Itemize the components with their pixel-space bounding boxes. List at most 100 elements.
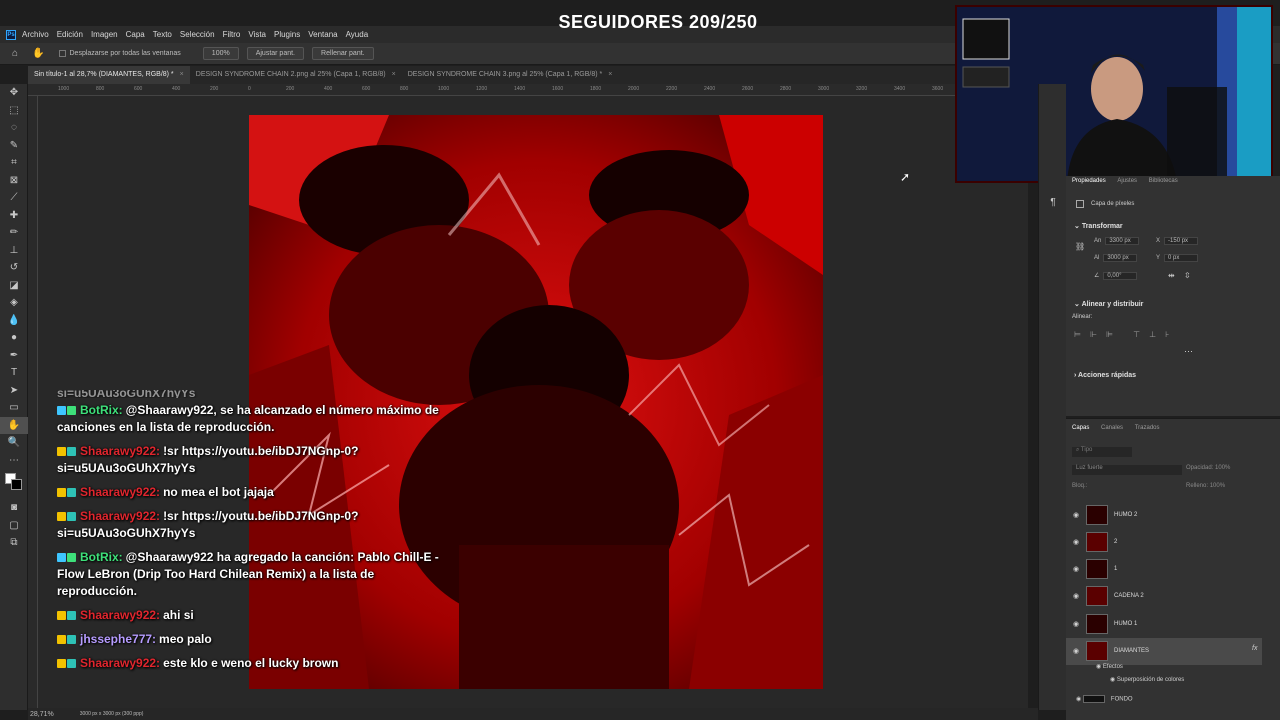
tab-channels[interactable]: Canales	[1101, 425, 1123, 431]
scroll-all-checkbox[interactable]	[58, 50, 66, 57]
shape-tool-icon[interactable]: ▭	[0, 399, 28, 417]
tab-document-2[interactable]: DESIGN SYNDROME CHAIN 2.png al 25% (Capa…	[190, 66, 402, 84]
hand-tool-icon[interactable]: ✋	[32, 48, 44, 59]
width-field[interactable]: An 3300 px	[1094, 237, 1140, 247]
hand-tool-icon[interactable]: ✋	[0, 416, 28, 434]
menu-texto[interactable]: Texto	[153, 30, 172, 39]
eyedropper-tool-icon[interactable]: ⟋	[0, 189, 28, 207]
layer-row[interactable]: ◉ CADENA 2	[1066, 583, 1262, 610]
eye-icon[interactable]: ◉	[1096, 664, 1103, 670]
stamp-tool-icon[interactable]: ⊥	[0, 242, 28, 260]
home-icon[interactable]: ⌂	[12, 48, 18, 59]
menu-archivo[interactable]: Archivo	[22, 30, 49, 39]
quick-select-tool-icon[interactable]: ✎	[0, 137, 28, 155]
tab-document-3[interactable]: DESIGN SYNDROME CHAIN 3.png al 25% (Capa…	[402, 66, 619, 84]
eye-icon[interactable]: ◉	[1076, 697, 1083, 703]
align-section-title[interactable]: ⌄ Alinear y distribuir	[1074, 300, 1143, 308]
move-tool-icon[interactable]: ✥	[0, 84, 28, 102]
menu-plugins[interactable]: Plugins	[274, 30, 300, 39]
background-color-swatch[interactable]	[11, 479, 22, 490]
eye-icon[interactable]: ◉	[1066, 565, 1086, 573]
opacity-field[interactable]: Opacidad: 100%	[1186, 465, 1230, 471]
x-value[interactable]: -150 px	[1164, 237, 1199, 245]
blend-mode-select[interactable]: Luz fuerte	[1072, 465, 1182, 475]
fill-value[interactable]: 100%	[1210, 483, 1225, 489]
menu-imagen[interactable]: Imagen	[91, 30, 118, 39]
paragraph-panel-icon[interactable]: ¶	[1039, 194, 1067, 212]
close-icon[interactable]: ×	[608, 71, 612, 78]
blur-tool-icon[interactable]: 💧	[0, 312, 28, 330]
tab-paths[interactable]: Trazados	[1135, 425, 1160, 431]
more-tools-icon[interactable]: ⋯	[0, 452, 28, 470]
history-brush-tool-icon[interactable]: ↺	[0, 259, 28, 277]
frame-tool-icon[interactable]: ⊠	[0, 172, 28, 190]
tab-document-1[interactable]: Sin título-1 al 28,7% (DIAMANTES, RGB/8)…	[28, 66, 190, 84]
fill-field[interactable]: Relleno: 100%	[1186, 483, 1225, 489]
paint-bucket-tool-icon[interactable]: ◈	[0, 294, 28, 312]
menu-vista[interactable]: Vista	[248, 30, 266, 39]
marquee-tool-icon[interactable]: ⬚	[0, 102, 28, 120]
eye-icon[interactable]: ◉	[1066, 511, 1086, 519]
tab-libraries[interactable]: Bibliotecas	[1149, 178, 1178, 184]
brush-tool-icon[interactable]: ✏	[0, 224, 28, 242]
quick-actions-title[interactable]: › Acciones rápidas	[1074, 372, 1136, 379]
quick-mask-icon[interactable]: ◙	[0, 499, 28, 517]
layer-row[interactable]: ◉ 2	[1066, 528, 1262, 555]
opacity-value[interactable]: 100%	[1215, 465, 1230, 471]
eye-icon[interactable]: ◉	[1066, 538, 1086, 546]
screen-mode-icon[interactable]: ▢	[0, 517, 28, 535]
x-field[interactable]: X -150 px	[1156, 237, 1199, 247]
effect-item[interactable]: ◉ Superposición de colores	[1110, 676, 1184, 683]
healing-tool-icon[interactable]: ✚	[0, 207, 28, 225]
layer-row-fondo[interactable]: ◉ FONDO	[1076, 695, 1133, 703]
tab-properties[interactable]: Propiedades	[1072, 178, 1106, 184]
menu-seleccion[interactable]: Selección	[180, 30, 215, 39]
color-swatches-icon[interactable]	[0, 469, 28, 499]
path-select-tool-icon[interactable]: ➤	[0, 382, 28, 400]
layer-row[interactable]: ◉ HUMO 2	[1066, 501, 1262, 528]
eye-icon[interactable]: ◉	[1066, 620, 1086, 628]
extra-tool-icon[interactable]: ⧉	[0, 534, 28, 552]
layer-row[interactable]: ◉ 1	[1066, 556, 1262, 583]
fx-badge[interactable]: fx	[1252, 645, 1257, 652]
transform-section-title[interactable]: ⌄ Transformar	[1074, 222, 1123, 230]
height-field[interactable]: Al 3000 px	[1094, 254, 1138, 264]
flip-horizontal-icon[interactable]: ⇹	[1168, 271, 1175, 280]
crop-tool-icon[interactable]: ⌗	[0, 154, 28, 172]
angle-field[interactable]: ∠ 0,00°	[1094, 272, 1138, 282]
eraser-tool-icon[interactable]: ◪	[0, 277, 28, 295]
fill-screen-button[interactable]: Rellenar pant.	[312, 47, 374, 60]
close-icon[interactable]: ×	[180, 71, 184, 78]
height-value[interactable]: 3000 px	[1103, 254, 1138, 262]
tab-adjustments[interactable]: Ajustes	[1117, 178, 1137, 184]
layer-search-input[interactable]: ⌕ Tipo	[1072, 447, 1132, 457]
pen-tool-icon[interactable]: ✒	[0, 347, 28, 365]
zoom-level[interactable]: 28,71%	[30, 711, 54, 718]
angle-value[interactable]: 0,00°	[1103, 272, 1138, 280]
type-tool-icon[interactable]: T	[0, 364, 28, 382]
menu-edicion[interactable]: Edición	[57, 30, 83, 39]
menu-capa[interactable]: Capa	[126, 30, 145, 39]
link-icon[interactable]: ⛓	[1075, 242, 1085, 251]
eye-icon[interactable]: ◉	[1066, 592, 1086, 600]
eye-icon[interactable]: ◉	[1110, 677, 1117, 683]
layer-row[interactable]: ◉ DIAMANTES	[1066, 637, 1262, 665]
menu-ayuda[interactable]: Ayuda	[346, 30, 369, 39]
width-value[interactable]: 3300 px	[1105, 237, 1140, 245]
tab-layers[interactable]: Capas	[1072, 425, 1089, 431]
menu-filtro[interactable]: Filtro	[223, 30, 241, 39]
flip-vertical-icon[interactable]: ⇳	[1184, 271, 1191, 280]
lasso-tool-icon[interactable]: ◌	[0, 119, 28, 137]
menu-ventana[interactable]: Ventana	[308, 30, 337, 39]
close-icon[interactable]: ×	[392, 71, 396, 78]
more-options-icon[interactable]: ⋯	[1184, 346, 1193, 357]
dodge-tool-icon[interactable]: ●	[0, 329, 28, 347]
y-field[interactable]: Y0 px	[1156, 254, 1199, 264]
fit-screen-button[interactable]: Ajustar pant.	[246, 47, 305, 60]
eye-icon[interactable]: ◉	[1066, 647, 1086, 655]
align-buttons-icon[interactable]: ⊨⊩⊫ ⊤⊥⊦	[1074, 330, 1178, 339]
zoom-tool-icon[interactable]: 🔍	[0, 434, 28, 452]
layer-row[interactable]: ◉ HUMO 1	[1066, 610, 1262, 637]
y-value[interactable]: 0 px	[1164, 254, 1199, 262]
zoom-100-button[interactable]: 100%	[202, 47, 239, 60]
